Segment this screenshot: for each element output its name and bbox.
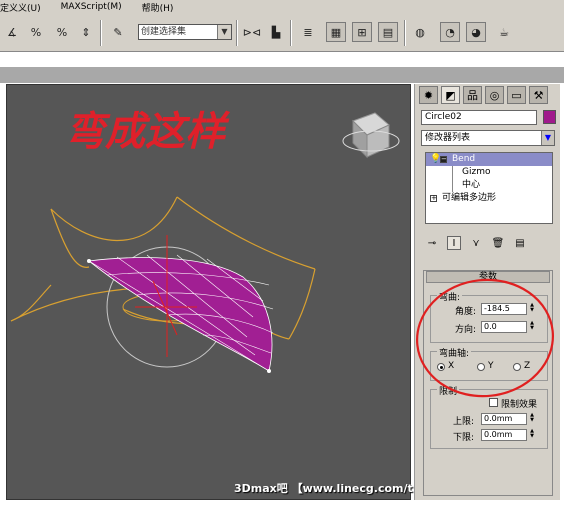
modifier-stack: 💡 − Bend Gizmo 中心 + 可编辑多边形 [425, 152, 553, 224]
configure-sets-icon[interactable]: ▤ [513, 236, 527, 250]
modifier-list-dropdown[interactable]: 修改器列表 ▼ [421, 130, 555, 146]
spinner-snap-icon[interactable]: ⇕ [76, 22, 96, 42]
menu-maxscript[interactable]: MAXScript(M) [61, 2, 122, 12]
main-toolbar: ∡ % % ⇕ ✎ 创建选择集 ▼ ⊳⊲ ▙ ≣ ▦ ⊞ ▤ ◍ ◔ ◕ ☕ [0, 14, 564, 52]
stack-item-bend[interactable]: 💡 − Bend [426, 153, 552, 166]
create-icon[interactable]: ✹ [419, 86, 438, 104]
spinner-arrows-icon[interactable]: ▲ ▼ [528, 429, 536, 441]
remove-modifier-icon[interactable]: 🗑 [491, 236, 505, 250]
angle-label: 角度: [455, 307, 477, 317]
lower-limit-spinner[interactable]: 0.0mm [481, 429, 527, 441]
align-icon[interactable]: ▙ [266, 22, 286, 42]
percent-snap-icon[interactable]: % [52, 22, 72, 42]
bend-axis-group: 弯曲轴: X Y Z [430, 346, 548, 381]
bent-mesh [87, 254, 274, 373]
command-panel-tabs: ✹ ◩ 品 ◎ ▭ ⚒ [419, 86, 548, 104]
display-icon[interactable]: ▭ [507, 86, 526, 104]
schematic-icon[interactable]: ⊞ [352, 22, 372, 42]
layer-icon[interactable]: ≣ [298, 22, 318, 42]
perspective-viewport[interactable]: 弯成这样 [6, 84, 411, 500]
direction-spinner[interactable]: 0.0 [481, 321, 527, 333]
spinner-arrows-icon[interactable]: ▲ ▼ [528, 321, 536, 333]
expand-icon[interactable]: + [430, 195, 437, 202]
handwritten-annotation: 弯成这样 [65, 109, 231, 155]
bend-group: 弯曲: 角度: -184.5 ▲ ▼ 方向: 0.0 ▲ ▼ [430, 290, 548, 343]
named-selection-icon[interactable]: ✎ [108, 22, 128, 42]
menu-help[interactable]: 帮助(H) [142, 1, 174, 14]
upper-limit-spinner[interactable]: 0.0mm [481, 413, 527, 425]
object-color-swatch[interactable] [543, 110, 556, 124]
axis-x-radio[interactable] [437, 363, 445, 371]
chevron-down-icon: ▼ [217, 25, 231, 39]
angle-spinner[interactable]: -184.5 [481, 303, 527, 315]
utilities-icon[interactable]: ⚒ [529, 86, 548, 104]
axis-y-radio[interactable] [477, 363, 485, 371]
axis-z-label: Z [524, 361, 531, 371]
bend-axis-label: 弯曲轴: [437, 346, 472, 359]
viewcube-icon [342, 112, 400, 159]
render-setup-icon[interactable]: ◍ [410, 22, 430, 42]
spinner-arrows-icon[interactable]: ▲ ▼ [528, 413, 536, 425]
modify-icon[interactable]: ◩ [441, 86, 460, 104]
named-selection-value: 创建选择集 [141, 27, 187, 37]
rollout-title[interactable]: 参数 [426, 271, 550, 283]
limits-group-label: 限制 [437, 384, 460, 397]
axis-x-label: X [448, 361, 455, 371]
axis-y-label: Y [488, 361, 494, 371]
menu-customize[interactable]: 定义义(U) [0, 1, 41, 14]
curve-editor-icon[interactable]: ▦ [326, 22, 346, 42]
stack-item-gizmo[interactable]: Gizmo [426, 166, 552, 179]
limits-group: 限制 限制效果 上限: 0.0mm ▲ ▼ 下限: 0.0mm ▲ ▼ [430, 384, 548, 449]
collapse-icon[interactable]: − [440, 156, 447, 163]
upper-limit-label: 上限: [453, 417, 475, 427]
menu-bar: 定义义(U) MAXScript(M) 帮助(H) [0, 0, 564, 14]
direction-label: 方向: [455, 325, 477, 335]
material-editor-icon[interactable]: ▤ [378, 22, 398, 42]
pin-stack-icon[interactable]: ⊸ [425, 236, 439, 250]
limit-effect-label: 限制效果 [501, 400, 538, 410]
tree-line [452, 166, 453, 179]
ribbon-strip [0, 53, 564, 67]
gizmo-curve-top-right [176, 196, 316, 270]
spinner-arrows-icon[interactable]: ▲ ▼ [528, 303, 536, 315]
stack-item-center[interactable]: 中心 [426, 179, 552, 192]
show-end-result-icon[interactable]: I [447, 236, 461, 250]
object-name-field[interactable]: Circle02 [421, 110, 537, 125]
viewport-header-band [0, 67, 564, 83]
modifier-list-label: 修改器列表 [425, 133, 471, 143]
make-unique-icon[interactable]: ⋎ [469, 236, 483, 250]
hierarchy-icon[interactable]: 品 [463, 86, 482, 104]
gizmo-curve-right-edge [288, 268, 316, 340]
stack-item-editable-poly[interactable]: + 可编辑多边形 [426, 192, 552, 205]
toolbar-separator [100, 20, 102, 46]
command-panel: ✹ ◩ 品 ◎ ▭ ⚒ Circle02 修改器列表 ▼ 💡 − Bend Gi… [414, 84, 560, 500]
gizmo-curve-left-edge [50, 208, 90, 268]
named-selection-dropdown[interactable]: 创建选择集 ▼ [138, 24, 232, 40]
parameters-rollout: 参数 弯曲: 角度: -184.5 ▲ ▼ 方向: 0.0 ▲ ▼ 弯曲轴: X Y… [423, 270, 553, 496]
chevron-down-icon: ▼ [541, 131, 554, 145]
gizmo-curve-top-left [50, 196, 178, 242]
snap-percent-icon[interactable]: % [26, 22, 46, 42]
mirror-icon[interactable]: ⊳⊲ [242, 22, 262, 42]
lower-limit-label: 下限: [453, 433, 475, 443]
axis-z-radio[interactable] [513, 363, 521, 371]
gizmo-curve-left-lower [10, 284, 52, 322]
toolbar-separator [290, 20, 292, 46]
render-frame-icon[interactable]: ◕ [466, 22, 486, 42]
motion-icon[interactable]: ◎ [485, 86, 504, 104]
angle-snap-icon[interactable]: ∡ [2, 22, 22, 42]
bend-group-label: 弯曲: [437, 290, 463, 303]
toolbar-separator [404, 20, 406, 46]
render-frame-icon[interactable]: ◔ [440, 22, 460, 42]
stack-tools: ⊸ I ⋎ 🗑 ▤ [425, 236, 555, 250]
toolbar-separator [236, 20, 238, 46]
viewport-scene: 弯成这样 [10, 109, 400, 373]
quick-render-icon[interactable]: ☕ [494, 22, 514, 42]
tree-line [452, 179, 453, 192]
limit-effect-checkbox[interactable] [489, 398, 498, 407]
